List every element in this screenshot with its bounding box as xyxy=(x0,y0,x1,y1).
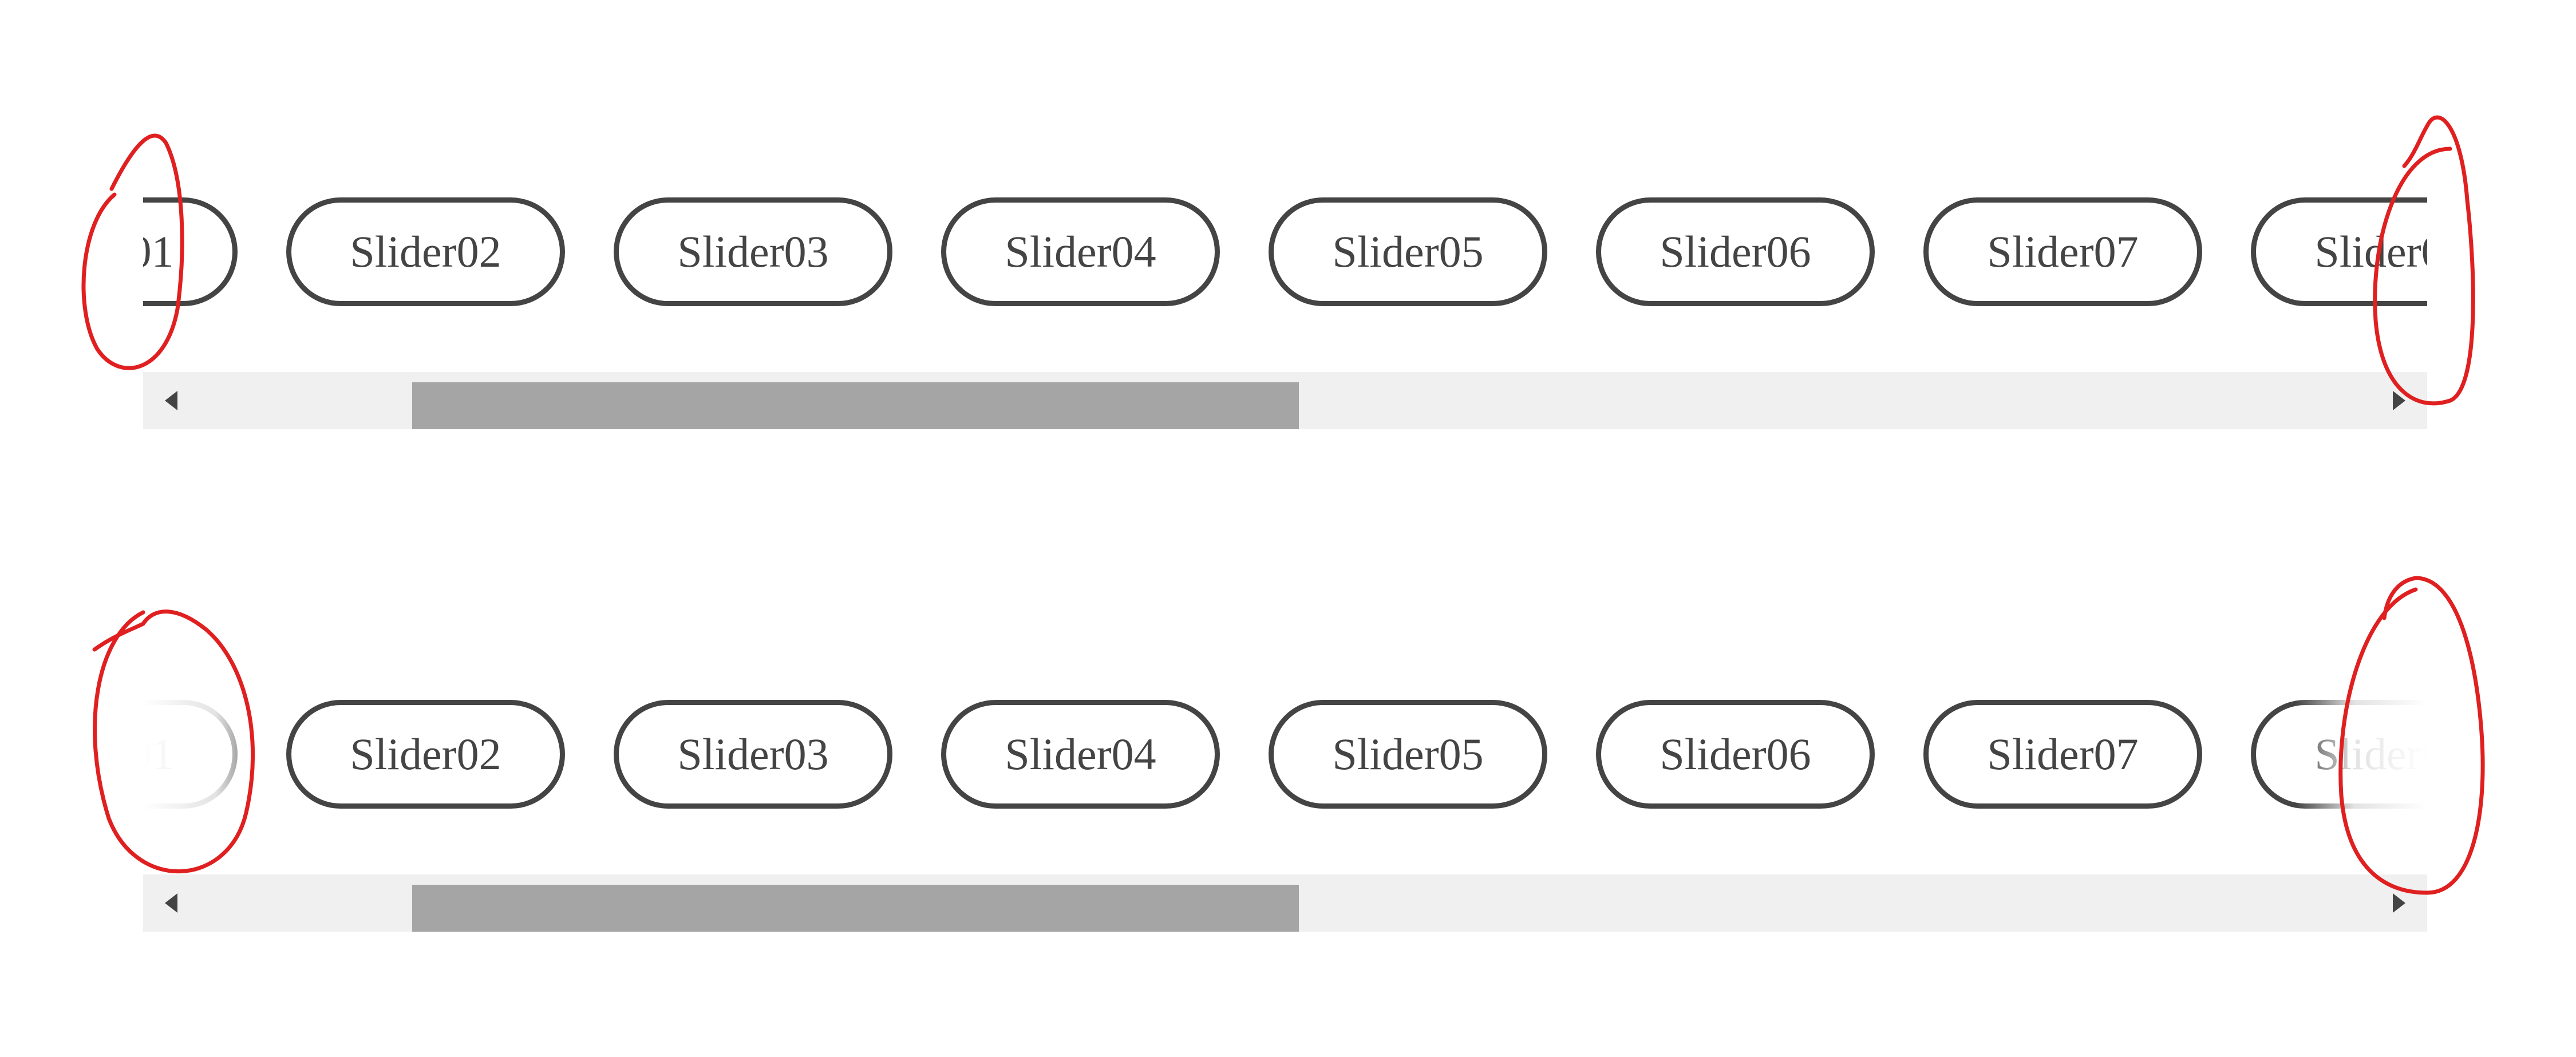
slider-item[interactable]: Slider07 xyxy=(1923,700,2202,809)
slider-viewport: Slider01 Slider02 Slider03 Slider04 Slid… xyxy=(143,175,2427,372)
slider-item[interactable]: Slider07 xyxy=(1923,197,2202,306)
slider-item[interactable]: Slider05 xyxy=(1269,700,1547,809)
scrollbar-thumb[interactable] xyxy=(412,382,1299,429)
scrollbar-thumb[interactable] xyxy=(412,885,1299,932)
slider-item[interactable]: Slider06 xyxy=(1596,197,1875,306)
slider-item[interactable]: Slider01 xyxy=(143,700,238,809)
slider-faded: Slider01 Slider02 Slider03 Slider04 Slid… xyxy=(143,677,2427,932)
slider-item[interactable]: Slider04 xyxy=(941,197,1220,306)
horizontal-scrollbar[interactable] xyxy=(143,874,2427,932)
slider-item[interactable]: Slider02 xyxy=(286,700,565,809)
slider-item[interactable]: Slider05 xyxy=(1269,197,1547,306)
scroll-right-icon[interactable] xyxy=(2387,389,2410,412)
slider-plain: Slider01 Slider02 Slider03 Slider04 Slid… xyxy=(143,175,2427,429)
scroll-right-icon[interactable] xyxy=(2387,892,2410,915)
scroll-left-icon[interactable] xyxy=(160,892,183,915)
slider-item[interactable]: Slider01 xyxy=(143,197,238,306)
slider-item[interactable]: Slider08 xyxy=(2251,197,2427,306)
slider-track: Slider01 Slider02 Slider03 Slider04 Slid… xyxy=(143,700,2427,809)
slider-item[interactable]: Slider06 xyxy=(1596,700,1875,809)
horizontal-scrollbar[interactable] xyxy=(143,372,2427,429)
slider-item[interactable]: Slider03 xyxy=(614,197,892,306)
slider-track: Slider01 Slider02 Slider03 Slider04 Slid… xyxy=(143,197,2427,306)
slider-item[interactable]: Slider08 xyxy=(2251,700,2427,809)
slider-item[interactable]: Slider04 xyxy=(941,700,1220,809)
scroll-left-icon[interactable] xyxy=(160,389,183,412)
slider-item[interactable]: Slider03 xyxy=(614,700,892,809)
slider-item[interactable]: Slider02 xyxy=(286,197,565,306)
slider-viewport: Slider01 Slider02 Slider03 Slider04 Slid… xyxy=(143,677,2427,874)
